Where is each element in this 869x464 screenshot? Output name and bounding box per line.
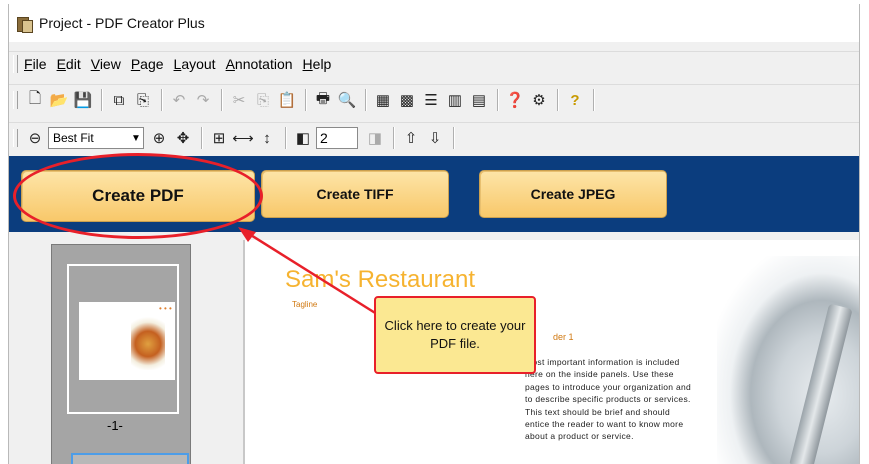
menu-edit[interactable]: Edit (57, 56, 81, 72)
zoom-out-icon[interactable]: ⊖ (24, 127, 46, 149)
app-logo-icon (15, 14, 33, 33)
menubar-grip[interactable] (13, 55, 18, 73)
cut-icon[interactable]: ✂ (228, 89, 250, 111)
menu-annotation[interactable]: Annotation (226, 56, 293, 72)
page-number-input[interactable]: 2 (316, 127, 358, 149)
move-page-down-icon[interactable]: ⇩ (424, 127, 446, 149)
menu-file[interactable]: File (24, 56, 47, 72)
save-icon[interactable]: 💾 (72, 89, 94, 111)
toolbar-separator (497, 89, 499, 111)
document-subhead: der 1 (553, 332, 574, 342)
previous-page-icon[interactable]: ◧ (292, 127, 314, 149)
toolbar-separator (221, 89, 223, 111)
create-tiff-button[interactable]: Create TIFF (261, 170, 449, 218)
toolbar-separator (101, 89, 103, 111)
toolbar-separator (593, 89, 595, 111)
toolbar-separator (161, 89, 163, 111)
callout-box: Click here to create your PDF file. (374, 296, 536, 374)
toolbar-separator (557, 89, 559, 111)
move-page-up-icon[interactable]: ⇧ (400, 127, 422, 149)
chevron-down-icon: ▼ (131, 132, 141, 144)
menu-layout[interactable]: Layout (174, 56, 216, 72)
thumbnail-dots: • • • (159, 304, 172, 313)
thumbnail-food-image (131, 312, 165, 370)
thumbnails-icon[interactable]: ▩ (396, 89, 418, 111)
print-preview-icon[interactable]: 🔍 (336, 89, 358, 111)
page-thumbnail-selected[interactable] (71, 453, 189, 464)
title-bar: Project - PDF Creator Plus (9, 4, 859, 42)
menu-help[interactable]: Help (303, 56, 332, 72)
document-body-text: most important information is included h… (525, 357, 692, 442)
highlight-ellipse (13, 153, 263, 239)
app-window: Project - PDF Creator Plus File Edit Vie… (8, 4, 860, 464)
toolbar-separator (305, 89, 307, 111)
toolbar-separator (365, 89, 367, 111)
document-title: Sam's Restaurant (285, 266, 475, 293)
copy-icon[interactable]: ⎘ (252, 89, 274, 111)
menu-view[interactable]: View (91, 56, 121, 72)
columns-icon[interactable]: ▤ (468, 89, 490, 111)
paste-icon[interactable]: 📋 (276, 89, 298, 111)
grid-icon[interactable]: ▦ (372, 89, 394, 111)
thumbnail-page-label: -1- (107, 418, 123, 433)
toolbar-grip[interactable] (13, 91, 18, 109)
new-icon[interactable]: 🗋 (24, 89, 46, 111)
main-toolbar: 🗋 📂 💾 ⧉ ⎘ ↶ ↷ ✂ ⎘ 📋 🖶 🔍 ▦ ▩ ☰ ▥ ▤ ❓ ⚙ ? (9, 84, 859, 115)
zoom-value: Best Fit (53, 131, 94, 145)
fit-width-icon[interactable]: ⟷ (232, 127, 254, 149)
redo-icon[interactable]: ↷ (192, 89, 214, 111)
menu-page[interactable]: Page (131, 56, 164, 72)
pan-icon[interactable]: ✥ (172, 127, 194, 149)
menu-bar: File Edit View Page Layout Annotation He… (9, 51, 859, 76)
open-icon[interactable]: 📂 (48, 89, 70, 111)
fit-height-icon[interactable]: ↕ (256, 127, 278, 149)
zoom-in-icon[interactable]: ⊕ (148, 127, 170, 149)
toolbar-grip[interactable] (13, 129, 18, 147)
toolbar-separator (201, 127, 203, 149)
layout-icon[interactable]: ▥ (444, 89, 466, 111)
zoom-select[interactable]: Best Fit ▼ (48, 127, 144, 149)
fit-page-icon[interactable]: ⊞ (208, 127, 230, 149)
view-toolbar: ⊖ Best Fit ▼ ⊕ ✥ ⊞ ⟷ ↕ ◧ 2 ◨ ⇧ ⇩ (9, 122, 859, 153)
print-icon[interactable]: 🖶 (312, 89, 334, 111)
list-icon[interactable]: ☰ (420, 89, 442, 111)
settings-icon[interactable]: ⚙ (528, 89, 550, 111)
next-page-icon[interactable]: ◨ (364, 127, 386, 149)
copy-page-icon[interactable]: ⧉ (108, 89, 130, 111)
help-context-icon[interactable]: ❓ (504, 89, 526, 111)
help-icon[interactable]: ? (564, 89, 586, 111)
document-tagline: Tagline (292, 300, 318, 309)
toolbar-separator (285, 127, 287, 149)
paste-page-icon[interactable]: ⎘ (132, 89, 154, 111)
undo-icon[interactable]: ↶ (168, 89, 190, 111)
toolbar-separator (393, 127, 395, 149)
window-title: Project - PDF Creator Plus (39, 15, 205, 31)
create-jpeg-button[interactable]: Create JPEG (479, 170, 667, 218)
toolbar-separator (453, 127, 455, 149)
